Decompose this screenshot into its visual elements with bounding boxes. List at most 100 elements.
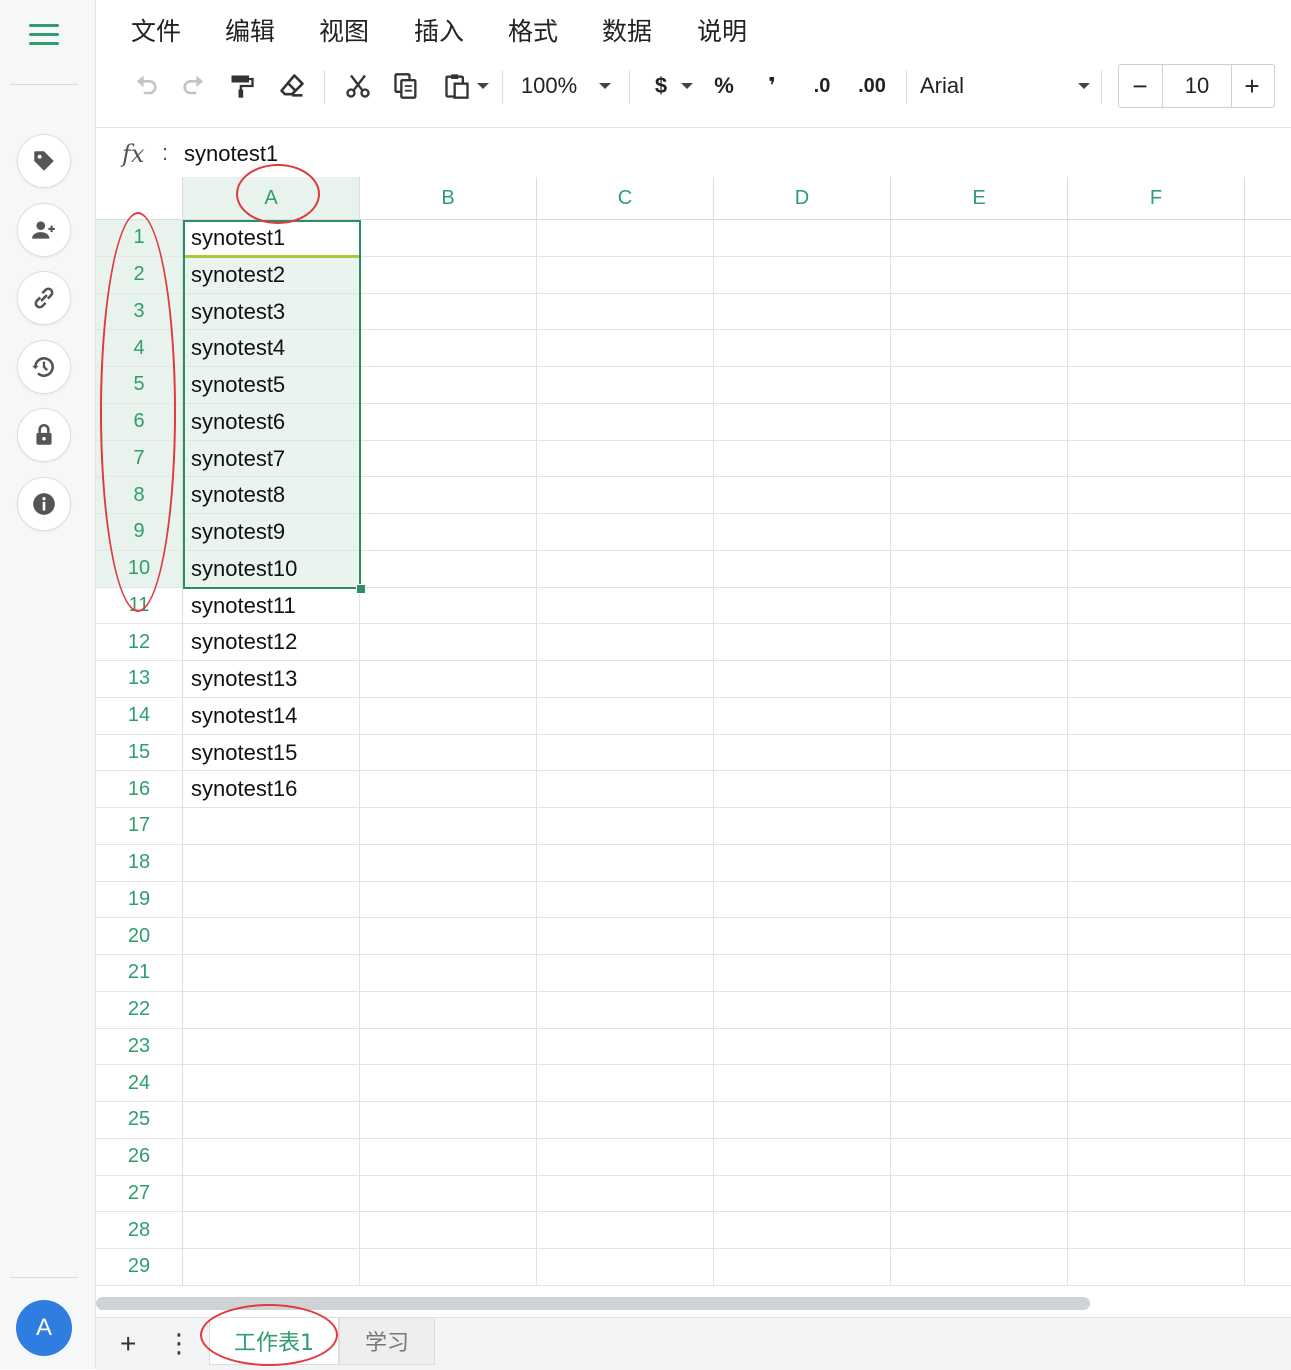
cell[interactable]	[714, 587, 891, 625]
cell[interactable]	[714, 771, 891, 808]
cell[interactable]	[891, 1065, 1068, 1102]
cell[interactable]	[360, 918, 537, 955]
row-header-29[interactable]: 29	[96, 1249, 183, 1286]
cell-a3[interactable]: synotest3	[183, 293, 360, 331]
column-header-b[interactable]: B	[360, 177, 537, 220]
history-button[interactable]	[17, 340, 71, 394]
cell[interactable]	[360, 293, 537, 331]
cell[interactable]	[714, 403, 891, 441]
share-user-button[interactable]	[17, 203, 71, 257]
comma-format-button[interactable]: ❜	[756, 68, 788, 104]
cell[interactable]	[891, 587, 1068, 625]
row-header-28[interactable]: 28	[96, 1212, 183, 1249]
row-header-19[interactable]: 19	[96, 881, 183, 919]
link-button[interactable]	[17, 271, 71, 325]
cell[interactable]	[714, 514, 891, 551]
cell[interactable]	[183, 918, 360, 955]
cell[interactable]	[1068, 771, 1245, 808]
cell[interactable]	[714, 440, 891, 478]
cell[interactable]	[360, 220, 537, 257]
cell[interactable]	[360, 514, 537, 551]
cell[interactable]	[537, 955, 714, 992]
cell-a12[interactable]: synotest12	[183, 624, 360, 661]
cell[interactable]	[714, 1028, 891, 1066]
cell[interactable]	[1245, 808, 1291, 845]
cell[interactable]	[360, 1028, 537, 1066]
cell[interactable]	[537, 403, 714, 441]
sheet-tab[interactable]: 学习	[339, 1318, 435, 1365]
cell[interactable]	[891, 477, 1068, 514]
increase-decimal-button[interactable]: .00	[850, 68, 894, 104]
cell[interactable]	[1068, 1065, 1245, 1102]
cell[interactable]	[360, 1065, 537, 1102]
tag-button[interactable]	[17, 134, 71, 188]
cell[interactable]	[360, 881, 537, 919]
cell[interactable]	[1068, 367, 1245, 404]
cell[interactable]	[537, 587, 714, 625]
cell[interactable]	[714, 330, 891, 367]
font-size-increase-button[interactable]: +	[1231, 65, 1273, 107]
cell[interactable]	[714, 1065, 891, 1102]
cell[interactable]	[891, 1138, 1068, 1176]
cell[interactable]	[360, 1175, 537, 1213]
cell[interactable]	[1068, 624, 1245, 661]
cell[interactable]	[891, 955, 1068, 992]
cell[interactable]	[1245, 1029, 1291, 1066]
cell[interactable]	[183, 1065, 360, 1102]
row-header-17[interactable]: 17	[96, 808, 183, 845]
cell[interactable]	[891, 697, 1068, 735]
cell[interactable]	[891, 1102, 1068, 1139]
cell-a10[interactable]: synotest10	[183, 550, 360, 588]
column-header-c[interactable]: C	[537, 177, 714, 220]
cell[interactable]	[714, 256, 891, 294]
redo-button[interactable]	[178, 68, 210, 104]
cell[interactable]	[360, 624, 537, 661]
cell[interactable]	[1068, 1175, 1245, 1213]
cell[interactable]	[1068, 1249, 1245, 1286]
cell[interactable]	[891, 661, 1068, 698]
cell[interactable]	[183, 881, 360, 919]
cell[interactable]	[714, 734, 891, 772]
cell[interactable]	[360, 1102, 537, 1139]
row-header-24[interactable]: 24	[96, 1065, 183, 1102]
cell-a5[interactable]: synotest5	[183, 367, 360, 404]
cell[interactable]	[360, 844, 537, 882]
cell[interactable]	[1068, 734, 1245, 772]
cell[interactable]	[1245, 257, 1291, 294]
sheet-tab-active[interactable]: 工作表1	[209, 1318, 339, 1365]
cell[interactable]	[360, 697, 537, 735]
cell[interactable]	[537, 991, 714, 1029]
cell[interactable]	[891, 771, 1068, 808]
decrease-decimal-button[interactable]: .0	[804, 68, 840, 104]
menu-file[interactable]: 文件	[131, 12, 181, 48]
font-size-value[interactable]: 10	[1162, 65, 1232, 107]
paste-button[interactable]	[438, 68, 494, 104]
cell[interactable]	[891, 440, 1068, 478]
cell-a11[interactable]: synotest11	[183, 587, 360, 625]
cell[interactable]	[1245, 918, 1291, 955]
formula-input[interactable]: synotest1	[184, 141, 278, 167]
row-header-5[interactable]: 5	[96, 367, 183, 404]
cell[interactable]	[183, 844, 360, 882]
cell[interactable]	[1068, 587, 1245, 625]
row-header-11[interactable]: 11	[96, 587, 183, 625]
cell[interactable]	[1245, 1139, 1291, 1176]
hamburger-menu-icon[interactable]	[29, 24, 59, 46]
avatar[interactable]: A	[16, 1300, 72, 1356]
cut-button[interactable]	[342, 68, 374, 104]
cell-a8[interactable]: synotest8	[183, 477, 360, 514]
cell[interactable]	[360, 808, 537, 845]
cell[interactable]	[1245, 1212, 1291, 1249]
cell[interactable]	[1068, 918, 1245, 955]
cell[interactable]	[183, 1249, 360, 1286]
cell[interactable]	[891, 624, 1068, 661]
cell[interactable]	[537, 881, 714, 919]
row-header-12[interactable]: 12	[96, 624, 183, 661]
cell[interactable]	[1068, 697, 1245, 735]
select-all-corner[interactable]	[96, 177, 183, 220]
cell[interactable]	[891, 550, 1068, 588]
lock-button[interactable]	[17, 408, 71, 462]
cell[interactable]	[537, 330, 714, 367]
cell[interactable]	[360, 587, 537, 625]
cell[interactable]	[714, 661, 891, 698]
